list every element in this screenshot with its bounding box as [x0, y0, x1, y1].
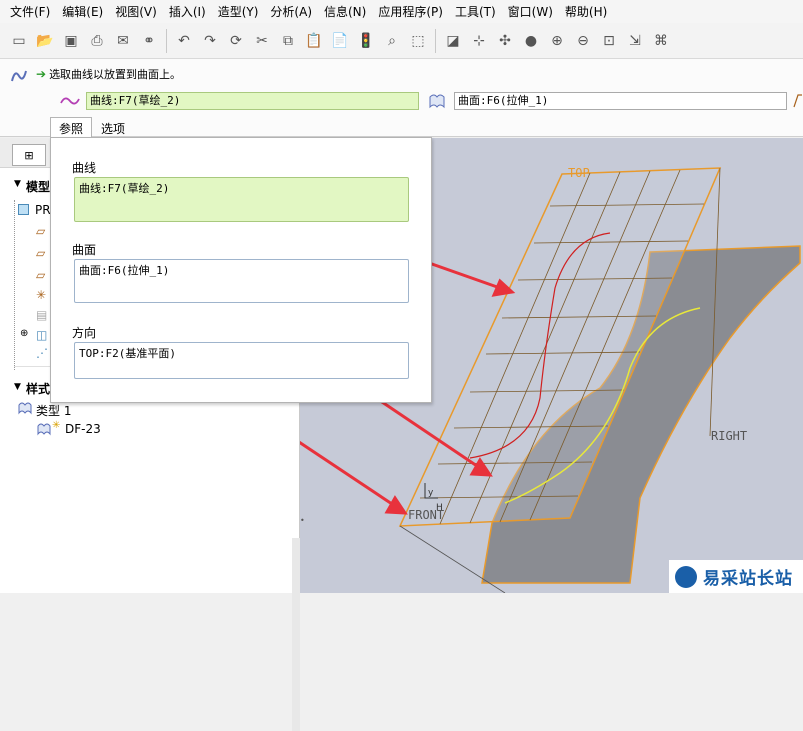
prompt-arrow-icon: ➔ — [36, 67, 47, 81]
df-feature-icon — [37, 423, 51, 436]
new-file-icon[interactable]: ▭ — [8, 30, 30, 52]
surface-collector-icon — [429, 94, 445, 109]
surface-reference-field[interactable]: 曲面:F6(拉伸_1) — [74, 259, 409, 303]
menu-help[interactable]: 帮助(H) — [559, 3, 613, 20]
save-icon[interactable]: ▣ — [60, 30, 82, 52]
tree-item-type[interactable]: 类型 1 — [36, 402, 71, 419]
select-box-icon[interactable]: ⬚ — [407, 30, 429, 52]
datum-plane-icon[interactable]: ◪ — [442, 30, 464, 52]
style-type-icon — [18, 402, 32, 415]
references-panel: 曲线 曲线:F7(草绘_2) 曲面 曲面:F6(拉伸_1) 方向 TOP:F2(… — [50, 137, 432, 403]
sketch-icon[interactable]: ◫ — [36, 328, 47, 342]
menu-file[interactable]: 文件(F) — [4, 3, 56, 20]
csys-icon[interactable]: ✳ — [36, 288, 46, 302]
refit-icon[interactable]: ⊡ — [598, 30, 620, 52]
spin-center-icon[interactable]: ✣ — [494, 30, 516, 52]
curve-feature-icon[interactable]: ⋰ — [36, 346, 48, 360]
print-icon[interactable]: ⎙ — [86, 30, 108, 52]
front-plane-label: FRONT — [408, 508, 445, 522]
tree-guide — [14, 200, 28, 370]
datum-plane-icon[interactable]: ▱ — [36, 246, 45, 260]
menu-edit[interactable]: 编辑(E) — [56, 3, 109, 20]
curve-collector-field[interactable]: 曲线:F7(草绘_2) — [86, 92, 419, 110]
saved-views-icon[interactable]: ⌘ — [650, 30, 672, 52]
menu-window[interactable]: 窗口(W) — [502, 3, 559, 20]
regenerate-icon[interactable]: ⟳ — [225, 30, 247, 52]
collapse-icon[interactable]: ▼ — [14, 179, 21, 189]
model-section-title: 模型 — [26, 180, 51, 194]
redo-icon[interactable]: ↷ — [199, 30, 221, 52]
surface-collector-field[interactable]: 曲面:F6(拉伸_1) — [454, 92, 787, 110]
sash-handle[interactable] — [292, 538, 300, 731]
datum-axis-icon[interactable]: ⊹ — [468, 30, 490, 52]
axis-y-label: y — [428, 488, 434, 498]
site-watermark: 易采站长站 — [669, 560, 803, 593]
model-tree-tab-icon[interactable]: ⊞ — [12, 144, 46, 166]
send-mail-icon[interactable]: ✉ — [112, 30, 134, 52]
menu-style[interactable]: 造型(Y) — [212, 3, 265, 20]
open-file-icon[interactable]: 📂 — [34, 30, 56, 52]
menu-info[interactable]: 信息(N) — [318, 3, 372, 20]
copy-icon[interactable]: ⧉ — [277, 30, 299, 52]
toolbar-divider — [435, 28, 436, 53]
part-icon — [18, 204, 29, 215]
traffic-light-icon[interactable]: 🚦 — [355, 30, 377, 52]
tree-item-df[interactable]: DF-23 — [65, 422, 101, 436]
menu-view[interactable]: 视图(V) — [109, 3, 163, 20]
shading-icon[interactable]: ● — [520, 30, 542, 52]
curve-collector-icon — [60, 97, 80, 105]
surface-label: 曲面 — [72, 243, 97, 257]
active-star-icon: ✳ — [52, 420, 61, 431]
main-toolbar: ▭ 📂 ▣ ⎙ ✉ ⚭ ↶ ↷ ⟳ ✂ ⧉ 📋 📄 🚦 ⌕ ⬚ ◪ ⊹ ✣ ● … — [0, 23, 803, 59]
toolbar-divider — [166, 28, 167, 53]
direction-plane-icon — [793, 94, 802, 108]
link-icon[interactable]: ⚭ — [138, 30, 160, 52]
tree-root-item[interactable]: PR — [35, 203, 51, 217]
zoom-in-icon[interactable]: ⊕ — [546, 30, 568, 52]
top-plane-label: TOP — [568, 166, 590, 180]
menu-applications[interactable]: 应用程序(P) — [372, 3, 449, 20]
style-section-title: 样式 — [26, 382, 51, 396]
site-logo-icon — [675, 565, 697, 588]
menu-insert[interactable]: 插入(I) — [163, 3, 212, 20]
curve-label: 曲线 — [72, 161, 97, 175]
paste-icon[interactable]: 📋 — [303, 30, 325, 52]
right-plane-label: RIGHT — [711, 429, 748, 443]
reorient-icon[interactable]: ⇲ — [624, 30, 646, 52]
expand-icon[interactable]: ⊕ — [20, 328, 28, 339]
collapse-icon[interactable]: ▼ — [14, 382, 21, 392]
viewport-sash-dot: • — [300, 516, 305, 525]
datum-plane-icon[interactable]: ▱ — [36, 268, 45, 282]
curve-reference-field[interactable]: 曲线:F7(草绘_2) — [74, 177, 409, 222]
menu-bar: 文件(F) 编辑(E) 视图(V) 插入(I) 造型(Y) 分析(A) 信息(N… — [0, 0, 803, 23]
datum-plane-icon[interactable]: ▱ — [36, 224, 45, 238]
undo-icon[interactable]: ↶ — [173, 30, 195, 52]
direction-reference-field[interactable]: TOP:F2(基准平面) — [74, 342, 409, 379]
paste-special-icon[interactable]: 📄 — [329, 30, 351, 52]
menu-analysis[interactable]: 分析(A) — [264, 3, 318, 20]
style-feature-icon — [11, 70, 27, 82]
prompt-message: ➔ 选取曲线以放置到曲面上。 — [36, 67, 182, 81]
site-logo-text: 易采站长站 — [703, 569, 793, 589]
cut-icon[interactable]: ✂ — [251, 30, 273, 52]
zoom-out-icon[interactable]: ⊖ — [572, 30, 594, 52]
feature-dashboard: ➔ 选取曲线以放置到曲面上。 曲线:F7(草绘_2) 曲面:F6(拉伸_1) 参… — [0, 59, 803, 140]
hidden-feature-icon[interactable]: ▤ — [36, 308, 47, 322]
direction-label: 方向 — [72, 326, 97, 340]
menu-tools[interactable]: 工具(T) — [449, 3, 502, 20]
binoculars-icon[interactable]: ⌕ — [381, 30, 403, 52]
